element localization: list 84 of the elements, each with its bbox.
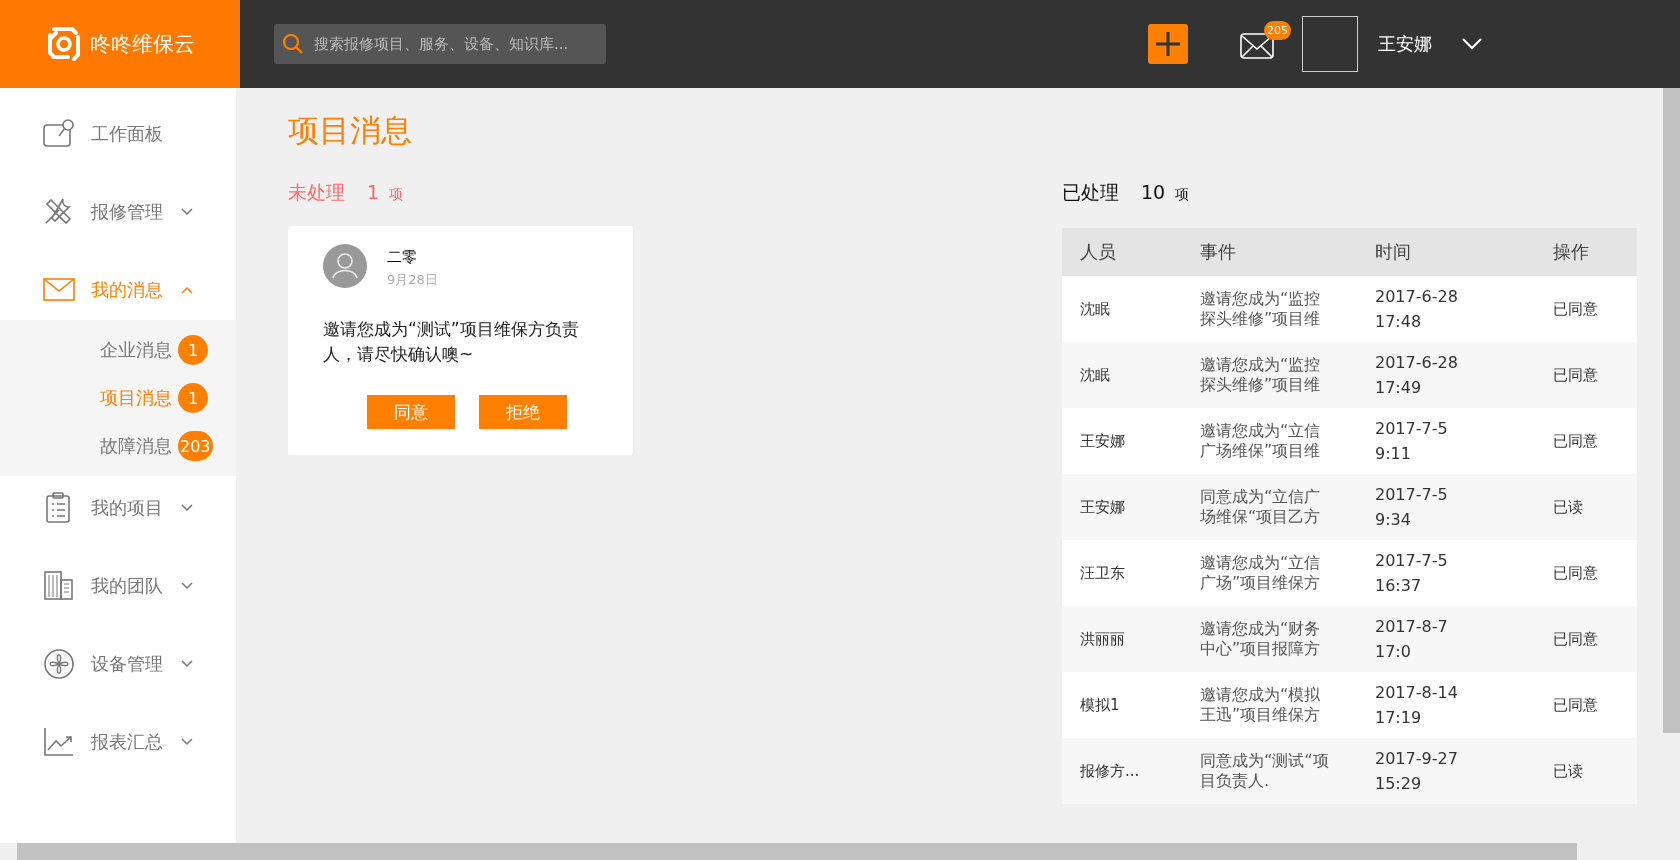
table-cell-text: 2017-7-5 — [1375, 485, 1449, 504]
submenu-item[interactable]: 企业消息 — [100, 338, 172, 362]
count-badge: 203 — [178, 431, 213, 461]
table-cell-text: 已同意 — [1552, 563, 1599, 583]
table-cell-text: 邀请您成为“立信广场”项目维保方 — [1199, 553, 1322, 593]
count-badge: 1 — [178, 335, 208, 365]
table-cell-text: 已同意 — [1552, 629, 1599, 649]
column-header: 事件 — [1199, 240, 1237, 264]
fan-icon — [43, 648, 75, 680]
table-cell-text: 已同意 — [1552, 431, 1599, 451]
table-cell-text: 16:37 — [1375, 576, 1423, 595]
column-header: 时间 — [1374, 240, 1412, 264]
plus-icon[interactable] — [1148, 24, 1188, 64]
table-cell-text: 汪卫东 — [1079, 563, 1126, 583]
table-cell-text: 同意成为“立信广场维保“项目乙方 — [1199, 487, 1322, 527]
table-cell-text: 2017-7-5 — [1375, 551, 1449, 570]
table-cell-text: 17:48 — [1375, 312, 1423, 331]
sidebar-item[interactable]: 报修管理 — [0, 196, 193, 228]
submenu-item[interactable]: 项目消息 — [100, 386, 172, 410]
action-button[interactable]: 同意 — [367, 395, 455, 429]
message-date: 9月28日 — [387, 271, 438, 289]
table-cell-text: 已同意 — [1552, 299, 1599, 319]
sidebar-item[interactable]: 设备管理 — [0, 648, 193, 680]
sender-name: 二零 — [387, 248, 418, 267]
sidebar-item[interactable]: 我的团队 — [0, 570, 193, 602]
table-cell-text: 15:29 — [1375, 774, 1423, 793]
table-cell-text: 模拟1 — [1079, 695, 1121, 715]
sidebar-item[interactable]: 我的项目 — [0, 492, 193, 524]
table-cell-text: 邀请您成为“监控探头维修”项目维 — [1199, 289, 1322, 329]
chart-icon — [43, 726, 75, 758]
table-cell-text: 洪丽丽 — [1079, 629, 1126, 649]
table-cell-text: 17:0 — [1375, 642, 1412, 661]
message-text: 邀请您成为“测试”项目维保方负责人，请尽快确认噢~ — [323, 318, 580, 366]
notification-badge: 205 — [1264, 21, 1291, 40]
building-icon — [43, 570, 75, 602]
table-cell-text: 邀请您成为“监控探头维修”项目维 — [1199, 355, 1322, 395]
table-cell-text: 沈眠 — [1079, 299, 1111, 319]
sidebar-item[interactable]: 报表汇总 — [0, 726, 193, 758]
count-unit: 项 — [389, 186, 404, 204]
table-cell-text: 王安娜 — [1079, 431, 1126, 451]
sidebar-item[interactable]: 工作面板 — [0, 118, 163, 150]
item-count: 10 — [1141, 181, 1166, 203]
search-icon — [282, 33, 304, 55]
chevron-down-icon[interactable] — [1462, 38, 1482, 50]
table-cell-text: 2017-6-28 — [1375, 353, 1459, 372]
section-label: 已处理 — [1062, 180, 1119, 205]
whiteboard-icon — [43, 118, 75, 150]
logo-icon — [45, 25, 82, 63]
table-cell-text: 同意成为“测试“项目负责人. — [1199, 751, 1330, 791]
section-label: 未处理 — [288, 180, 345, 205]
action-button[interactable]: 拒绝 — [479, 395, 567, 429]
table-cell-text: 已读 — [1552, 497, 1584, 517]
column-header: 操作 — [1552, 240, 1590, 264]
page-title: 项目消息 — [288, 111, 413, 150]
table-cell-text: 已读 — [1552, 761, 1584, 781]
brand-name: 咚咚维保云 — [89, 31, 195, 58]
table-cell-text: 2017-8-7 — [1375, 617, 1449, 636]
avatar-placeholder — [1302, 16, 1358, 72]
table-cell-text: 沈眠 — [1079, 365, 1111, 385]
table-cell-text: 邀请您成为“财务中心”项目报障方 — [1199, 619, 1322, 659]
submenu-item[interactable]: 故障消息 — [100, 434, 172, 458]
count-badge: 1 — [178, 383, 208, 413]
column-header: 人员 — [1079, 240, 1117, 264]
table-cell-text: 9:34 — [1375, 510, 1412, 529]
table-cell-text: 9:11 — [1375, 444, 1412, 463]
table-cell-text: 已同意 — [1552, 695, 1599, 715]
user-name[interactable]: 王安娜 — [1378, 32, 1432, 56]
table-cell-text: 邀请您成为“模拟王迅”项目维保方 — [1199, 685, 1322, 725]
table-cell-text: 已同意 — [1552, 365, 1599, 385]
sidebar-item[interactable]: 我的消息 — [0, 274, 193, 306]
item-count: 1 — [367, 181, 380, 203]
table-cell-text: 2017-9-27 — [1375, 749, 1459, 768]
table-cell-text: 17:49 — [1375, 378, 1423, 397]
table-cell-text: 报修方... — [1079, 761, 1141, 781]
table-cell-text: 2017-8-14 — [1375, 683, 1459, 702]
avatar-icon — [323, 244, 367, 288]
count-unit: 项 — [1175, 186, 1190, 204]
table-cell-text: 17:19 — [1375, 708, 1423, 727]
table-cell-text: 邀请您成为“立信广场维保”项目维 — [1199, 421, 1322, 461]
table-cell-text: 2017-6-28 — [1375, 287, 1459, 306]
table-cell-text: 王安娜 — [1079, 497, 1126, 517]
search-field[interactable]: 搜索报修项目、服务、设备、知识库... — [274, 24, 606, 64]
mail-icon[interactable] — [1240, 33, 1274, 59]
table-cell-text: 2017-7-5 — [1375, 419, 1449, 438]
